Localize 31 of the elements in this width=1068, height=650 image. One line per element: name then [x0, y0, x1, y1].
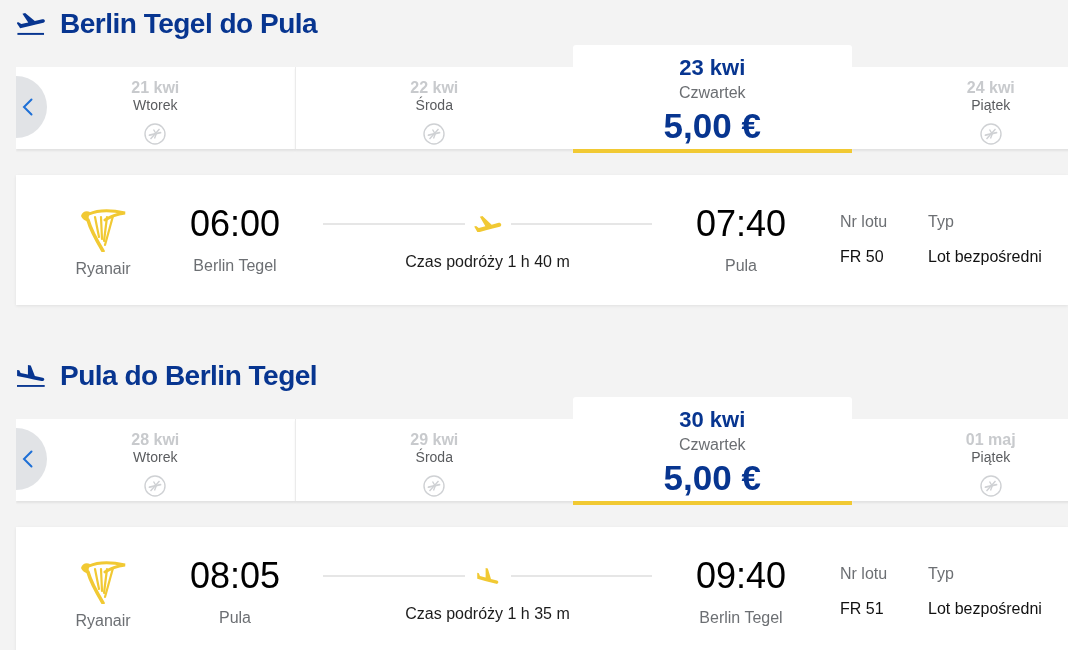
departure-time: 06:00 [189, 204, 281, 244]
date-tab[interactable]: 30 kwi Czwartek 5,00 € [573, 397, 852, 505]
date-tab[interactable]: 23 kwi Czwartek 5,00 € [573, 45, 852, 153]
arrival-time: 09:40 [695, 556, 787, 596]
flight-type: Lot bezpośredni [928, 248, 1042, 266]
departure-airport: Berlin Tegel [193, 257, 277, 275]
arrival-time: 07:40 [695, 204, 787, 244]
airline-name: Ryanair [75, 612, 131, 630]
flight-type: Lot bezpośredni [928, 600, 1042, 618]
flight-number: FR 51 [840, 600, 884, 618]
plane-icon [472, 216, 503, 232]
harp-logo [80, 207, 126, 252]
departure-time: 08:05 [189, 556, 281, 596]
takeoff-icon [17, 13, 45, 35]
arrival-airport: Pula [725, 257, 757, 275]
departure-airport: Pula [219, 609, 251, 627]
chevron-left-icon [22, 98, 33, 116]
route-title: Berlin Tegel do Pula [60, 8, 318, 40]
flight-duration: Czas podróży 1 h 40 m [405, 253, 570, 271]
flight-number-label: Nr lotu [840, 213, 888, 231]
flight-type-label: Typ [928, 565, 954, 583]
chevron-left-icon [22, 450, 33, 468]
route-title: Pula do Berlin Tegel [60, 360, 318, 392]
landing-icon [17, 365, 45, 387]
flight-number: FR 50 [840, 248, 884, 266]
flight-duration: Czas podróży 1 h 35 m [405, 605, 570, 623]
airline-name: Ryanair [75, 260, 131, 278]
flight-type-label: Typ [928, 213, 954, 231]
harp-logo [80, 559, 126, 604]
flight-number-label: Nr lotu [840, 565, 888, 583]
arrival-airport: Berlin Tegel [699, 609, 783, 627]
